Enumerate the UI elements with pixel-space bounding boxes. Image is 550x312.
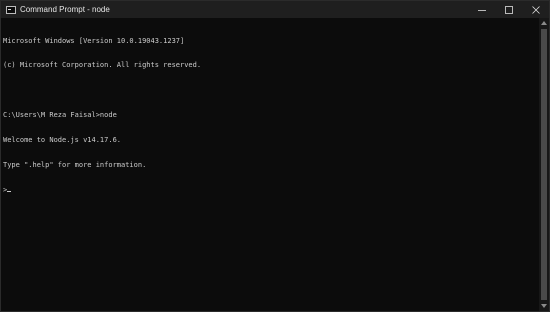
console-line: Type ".help" for more information. [3,161,147,170]
title-bar[interactable]: Command Prompt - node [1,1,549,18]
scroll-down-icon [541,304,547,308]
scroll-down-button[interactable] [539,301,549,311]
close-button[interactable] [522,1,549,18]
maximize-button[interactable] [495,1,522,18]
minimize-icon [477,9,486,11]
maximize-icon [504,5,513,14]
console-line: Welcome to Node.js v14.17.6. [3,136,122,145]
console-icon[interactable] [6,5,16,14]
caption-buttons [468,1,549,18]
node-prompt: > [3,185,8,194]
console-output[interactable]: Microsoft Windows [Version 10.0.19043.12… [1,18,539,311]
scroll-up-icon [541,21,547,25]
prompt-line[interactable]: > [3,186,539,194]
text-cursor [7,190,12,192]
scroll-thumb[interactable] [541,29,547,300]
vertical-scrollbar[interactable] [539,18,549,311]
close-icon [531,5,540,14]
minimize-button[interactable] [468,1,495,18]
command-prompt-window: Command Prompt - node Microsoft Windows [0,0,550,312]
console-line: C:\Users\M Reza Faisal>node [3,111,117,120]
console-line: (c) Microsoft Corporation. All rights re… [3,61,202,70]
console-line: Microsoft Windows [Version 10.0.19043.12… [3,36,185,45]
window-title: Command Prompt - node [20,5,110,14]
scroll-up-button[interactable] [539,18,549,28]
